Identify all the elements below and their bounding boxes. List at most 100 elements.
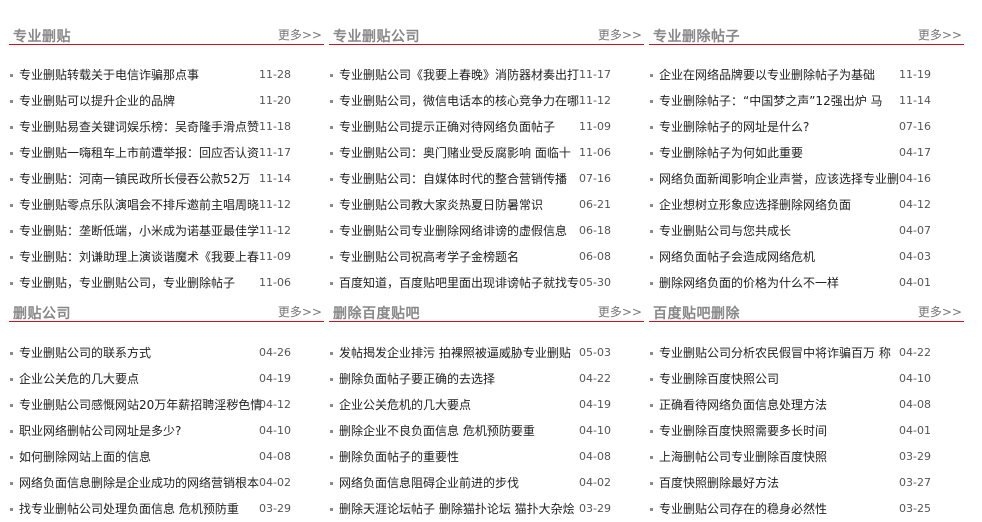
list-item[interactable]: 企业公关危的几大要点 04-19 — [9, 366, 324, 392]
list-item[interactable]: 企业在网络品牌要以专业删除帖子为基础 11-19 — [649, 62, 964, 88]
list-item[interactable]: 专业删贴公司提示正确对待网络负面帖子 11-09 — [329, 114, 644, 140]
more-link[interactable]: 更多>> — [918, 303, 962, 320]
article-title-link[interactable]: 专业删贴：垄断低端，小米成为诺基亚最佳学 — [19, 218, 263, 244]
list-item[interactable]: 职业网络删帖公司网址是多少? 04-10 — [9, 418, 324, 444]
article-title-link[interactable]: 职业网络删帖公司网址是多少? — [19, 418, 263, 444]
article-title-link[interactable]: 专业删贴公司与您共成长 — [659, 218, 903, 244]
article-title-link[interactable]: 专业删贴零点乐队演唱会不排斥邀前主唱周晓 — [19, 192, 263, 218]
list-item[interactable]: 专业删贴：刘谦助理上演谈谐魔术《我要上春 11-09 — [9, 244, 324, 270]
list-item[interactable]: 百度快照删除最好方法 03-27 — [649, 470, 964, 496]
list-item[interactable]: 网络负面信息阻碍企业前进的步伐 04-02 — [329, 470, 644, 496]
article-title-link[interactable]: 专业删贴公司专业删除网络诽谤的虚假信息 — [339, 218, 583, 244]
list-item[interactable]: 专业删贴公司存在的稳身必然性 03-25 — [649, 496, 964, 522]
list-item[interactable]: 专业删贴可以提升企业的品牌 11-20 — [9, 88, 324, 114]
list-item[interactable]: 找专业删帖公司处理负面信息 危机预防重 03-29 — [9, 496, 324, 522]
article-title-link[interactable]: 删除负面帖子要正确的去选择 — [339, 366, 583, 392]
article-title-link[interactable]: 专业删贴：刘谦助理上演谈谐魔术《我要上春 — [19, 244, 263, 270]
article-title-link[interactable]: 找专业删帖公司处理负面信息 危机预防重 — [19, 496, 263, 522]
article-title-link[interactable]: 专业删除帖子为何如此重要 — [659, 140, 903, 166]
article-title-link[interactable]: 正确看待网络负面信息处理方法 — [659, 392, 903, 418]
more-link[interactable]: 更多>> — [918, 26, 962, 43]
list-item[interactable]: 专业删贴：河南一镇民政所长侵吞公款52万 11-14 — [9, 166, 324, 192]
list-item[interactable]: 专业删除百度快照公司 04-10 — [649, 366, 964, 392]
list-item[interactable]: 删除负面帖子要正确的去选择 04-22 — [329, 366, 644, 392]
list-item[interactable]: 专业删贴公司：奥门赌业受反腐影响 面临十 11-06 — [329, 140, 644, 166]
list-item[interactable]: 专业删除帖子：“中国梦之声”12强出炉 马 11-14 — [649, 88, 964, 114]
more-link[interactable]: 更多>> — [278, 303, 322, 320]
list-item[interactable]: 专业删贴公司的联系方式 04-26 — [9, 340, 324, 366]
list-item[interactable]: 专业删贴公司《我要上春晚》消防器材奏出打 11-17 — [329, 62, 644, 88]
article-title-link[interactable]: 专业删贴公司的联系方式 — [19, 340, 263, 366]
article-title-link[interactable]: 专业删贴公司分析农民假冒中将诈骗百万 称 — [659, 340, 903, 366]
list-item[interactable]: 网络负面帖子会造成网络危机 04-03 — [649, 244, 964, 270]
article-title-link[interactable]: 专业删贴公司：自媒体时代的整合营销传播 — [339, 166, 583, 192]
list-item[interactable]: 删除天涯论坛帖子 删除猫扑论坛 猫扑大杂烩 03-29 — [329, 496, 644, 522]
list-item[interactable]: 百度知道，百度贴吧里面出现诽谤帖子就找专 05-30 — [329, 270, 644, 296]
list-item[interactable]: 专业删贴转载关于电信诈骗那点事 11-28 — [9, 62, 324, 88]
list-item[interactable]: 发帖揭发企业排污 拍裸照被逼威胁专业删贴 05-03 — [329, 340, 644, 366]
list-item[interactable]: 专业删贴公司，微信电话本的核心竞争力在哪 11-12 — [329, 88, 644, 114]
article-title-link[interactable]: 专业删贴公司存在的稳身必然性 — [659, 496, 903, 522]
list-item[interactable]: 专业删贴公司分析农民假冒中将诈骗百万 称 04-22 — [649, 340, 964, 366]
article-title-link[interactable]: 百度快照删除最好方法 — [659, 470, 903, 496]
list-item[interactable]: 删除负面帖子的重要性 04-08 — [329, 444, 644, 470]
list-item[interactable]: 专业删贴公司感慨网站20万年薪招聘淫秽色情 04-12 — [9, 392, 324, 418]
list-item[interactable]: 正确看待网络负面信息处理方法 04-08 — [649, 392, 964, 418]
article-title-link[interactable]: 删除网络负面的价格为什么不一样 — [659, 270, 903, 296]
article-title-link[interactable]: 专业删贴转载关于电信诈骗那点事 — [19, 62, 263, 88]
article-title-link[interactable]: 专业删贴公司提示正确对待网络负面帖子 — [339, 114, 583, 140]
list-item[interactable]: 企业公关危机的几大要点 04-19 — [329, 392, 644, 418]
list-item[interactable]: 专业删贴公司与您共成长 04-07 — [649, 218, 964, 244]
article-title-link[interactable]: 如何删除网站上面的信息 — [19, 444, 263, 470]
article-title-link[interactable]: 删除企业不良负面信息 危机预防要重 — [339, 418, 583, 444]
article-title-link[interactable]: 网络负面帖子会造成网络危机 — [659, 244, 903, 270]
list-item[interactable]: 删除企业不良负面信息 危机预防要重 04-10 — [329, 418, 644, 444]
more-link[interactable]: 更多>> — [278, 26, 322, 43]
list-item[interactable]: 专业删贴公司专业删除网络诽谤的虚假信息 06-18 — [329, 218, 644, 244]
article-title-link[interactable]: 百度知道，百度贴吧里面出现诽谤帖子就找专 — [339, 270, 583, 296]
article-title-link[interactable]: 企业在网络品牌要以专业删除帖子为基础 — [659, 62, 903, 88]
list-item[interactable]: 专业删除帖子的网址是什么? 07-16 — [649, 114, 964, 140]
article-title-link[interactable]: 网络负面信息阻碍企业前进的步伐 — [339, 470, 583, 496]
article-title-link[interactable]: 删除天涯论坛帖子 删除猫扑论坛 猫扑大杂烩 — [339, 496, 583, 522]
list-item[interactable]: 专业删除帖子为何如此重要 04-17 — [649, 140, 964, 166]
article-title-link[interactable]: 专业删除帖子：“中国梦之声”12强出炉 马 — [659, 88, 903, 114]
list-item[interactable]: 专业删除百度快照需要多长时间 04-01 — [649, 418, 964, 444]
list-item[interactable]: 如何删除网站上面的信息 04-08 — [9, 444, 324, 470]
article-title-link[interactable]: 专业删除百度快照公司 — [659, 366, 903, 392]
article-title-link[interactable]: 企业公关危的几大要点 — [19, 366, 263, 392]
article-title-link[interactable]: 专业删贴公司，微信电话本的核心竞争力在哪 — [339, 88, 583, 114]
article-title-link[interactable]: 专业删贴公司教大家炎热夏日防暑常识 — [339, 192, 583, 218]
article-title-link[interactable]: 专业删除帖子的网址是什么? — [659, 114, 903, 140]
article-title-link[interactable]: 专业删除百度快照需要多长时间 — [659, 418, 903, 444]
list-item[interactable]: 专业删贴易查关键词娱乐榜：吴奇隆手滑点赞 11-18 — [9, 114, 324, 140]
article-title-link[interactable]: 专业删贴可以提升企业的品牌 — [19, 88, 263, 114]
list-item[interactable]: 删除网络负面的价格为什么不一样 04-01 — [649, 270, 964, 296]
article-title-link[interactable]: 网络负面信息删除是企业成功的网络营销根本 — [19, 470, 263, 496]
list-item[interactable]: 网络负面新闻影响企业声誉，应该选择专业删 04-16 — [649, 166, 964, 192]
more-link[interactable]: 更多>> — [598, 26, 642, 43]
list-item[interactable]: 专业删贴公司教大家炎热夏日防暑常识 06-21 — [329, 192, 644, 218]
list-item[interactable]: 上海删帖公司专业删除百度快照 03-29 — [649, 444, 964, 470]
more-link[interactable]: 更多>> — [598, 303, 642, 320]
article-title-link[interactable]: 网络负面新闻影响企业声誉，应该选择专业删 — [659, 166, 903, 192]
list-item[interactable]: 专业删贴：垄断低端，小米成为诺基亚最佳学 11-12 — [9, 218, 324, 244]
article-title-link[interactable]: 企业公关危机的几大要点 — [339, 392, 583, 418]
list-item[interactable]: 专业删贴公司：自媒体时代的整合营销传播 07-16 — [329, 166, 644, 192]
list-item[interactable]: 专业删贴一嗨租车上市前遭举报：回应否认资 11-17 — [9, 140, 324, 166]
article-title-link[interactable]: 上海删帖公司专业删除百度快照 — [659, 444, 903, 470]
list-item[interactable]: 网络负面信息删除是企业成功的网络营销根本 04-02 — [9, 470, 324, 496]
article-title-link[interactable]: 专业删贴公司感慨网站20万年薪招聘淫秽色情 — [19, 392, 263, 418]
article-title-link[interactable]: 专业删贴公司祝高考学子金榜题名 — [339, 244, 583, 270]
article-title-link[interactable]: 删除负面帖子的重要性 — [339, 444, 583, 470]
article-title-link[interactable]: 企业想树立形象应选择删除网络负面 — [659, 192, 903, 218]
list-item[interactable]: 专业删贴零点乐队演唱会不排斥邀前主唱周晓 11-12 — [9, 192, 324, 218]
list-item[interactable]: 专业删贴公司祝高考学子金榜题名 06-08 — [329, 244, 644, 270]
article-title-link[interactable]: 专业删贴公司《我要上春晚》消防器材奏出打 — [339, 62, 583, 88]
list-item[interactable]: 专业删贴，专业删贴公司，专业删除帖子 11-06 — [9, 270, 324, 296]
list-item[interactable]: 企业想树立形象应选择删除网络负面 04-12 — [649, 192, 964, 218]
article-title-link[interactable]: 专业删贴易查关键词娱乐榜：吴奇隆手滑点赞 — [19, 114, 263, 140]
article-title-link[interactable]: 专业删贴：河南一镇民政所长侵吞公款52万 — [19, 166, 263, 192]
article-title-link[interactable]: 专业删贴一嗨租车上市前遭举报：回应否认资 — [19, 140, 263, 166]
article-title-link[interactable]: 专业删贴公司：奥门赌业受反腐影响 面临十 — [339, 140, 583, 166]
